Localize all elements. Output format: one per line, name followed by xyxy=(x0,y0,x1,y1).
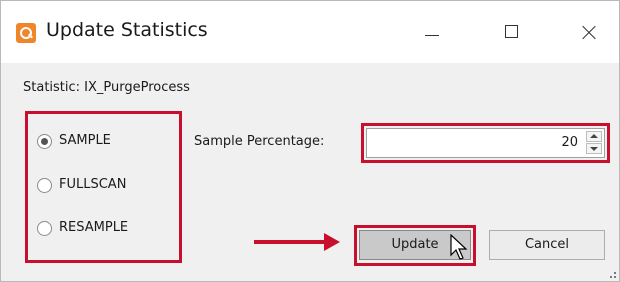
minimize-icon xyxy=(425,35,439,36)
chevron-up-icon xyxy=(590,134,598,138)
update-statistics-dialog: Update Statistics Statistic: IX_PurgePro… xyxy=(0,0,620,282)
app-logo-icon xyxy=(16,23,36,43)
radio-label: SAMPLE xyxy=(59,133,111,148)
radio-label: FULLSCAN xyxy=(59,177,127,192)
radio-unselected-icon[interactable] xyxy=(37,178,52,193)
resize-grip-icon[interactable] xyxy=(607,271,617,281)
radio-label: RESAMPLE xyxy=(59,220,129,235)
spin-up-button[interactable] xyxy=(586,131,602,142)
spin-down-button[interactable] xyxy=(586,143,602,154)
statistic-label: Statistic: IX_PurgeProcess xyxy=(23,80,190,95)
maximize-button[interactable] xyxy=(489,15,533,51)
radio-unselected-icon[interactable] xyxy=(37,221,52,236)
mouse-cursor-icon xyxy=(450,234,468,260)
minimize-button[interactable] xyxy=(409,15,453,51)
title-bar[interactable]: Update Statistics xyxy=(1,1,619,63)
maximize-icon xyxy=(505,25,518,38)
close-button[interactable] xyxy=(567,15,611,51)
sample-percentage-value[interactable]: 20 xyxy=(561,135,578,150)
window-title: Update Statistics xyxy=(46,19,208,41)
spinner-buttons[interactable] xyxy=(586,131,602,155)
sample-percentage-label: Sample Percentage: xyxy=(194,134,325,149)
radio-selected-icon[interactable] xyxy=(37,134,52,149)
sample-percentage-input[interactable]: 20 xyxy=(366,128,605,158)
cancel-button[interactable]: Cancel xyxy=(489,230,605,260)
chevron-down-icon xyxy=(590,147,598,151)
